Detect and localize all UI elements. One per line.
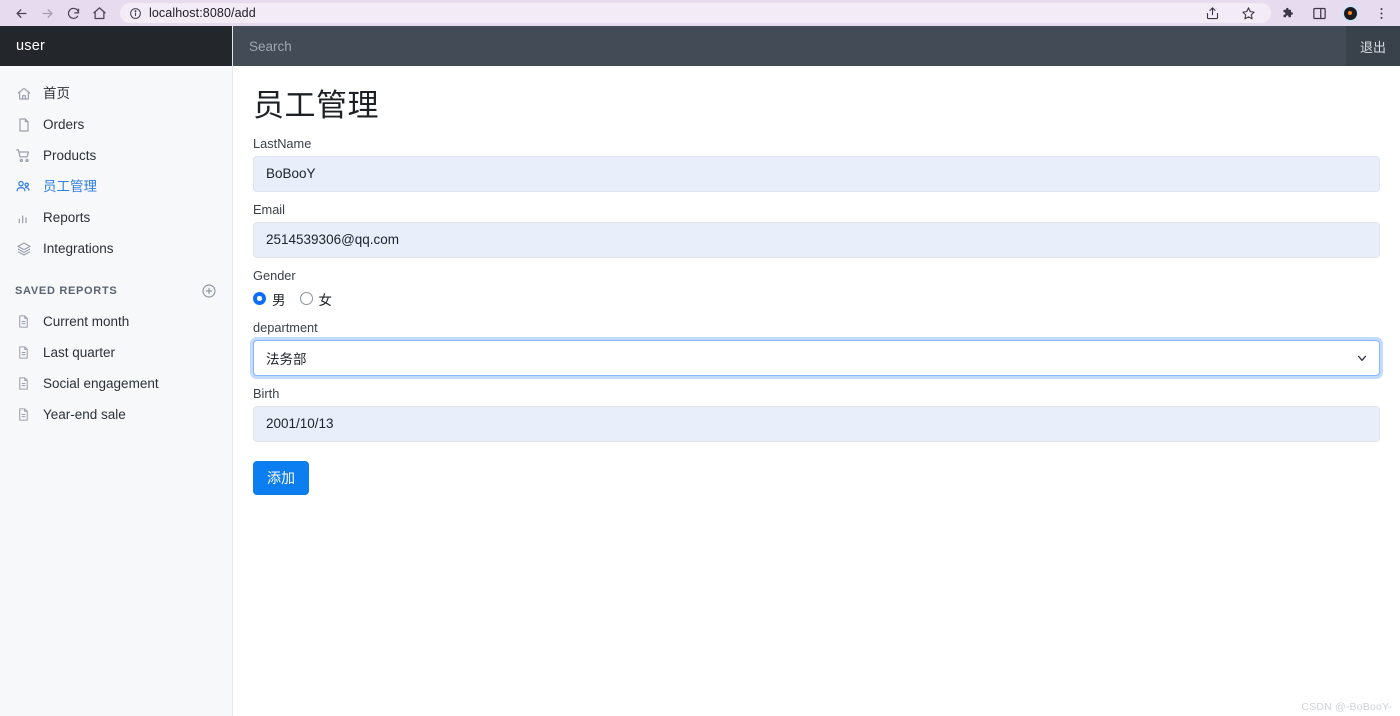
report-document-icon bbox=[15, 406, 32, 423]
bar-chart-icon bbox=[15, 209, 32, 226]
report-document-icon bbox=[15, 313, 32, 330]
sidebar-item-label: Reports bbox=[43, 209, 91, 225]
birth-group: Birth bbox=[253, 386, 1380, 442]
sidebar-item-label: Products bbox=[43, 147, 97, 163]
sidebar: user 首页 Orders Products 员工管理 Reports Int… bbox=[0, 26, 233, 716]
global-search-placeholder: Search bbox=[249, 38, 292, 54]
side-panel-icon[interactable] bbox=[1308, 2, 1330, 24]
star-icon[interactable] bbox=[1237, 2, 1259, 24]
sidebar-nav: 首页 Orders Products 员工管理 Reports Integrat… bbox=[0, 66, 232, 264]
three-dot-menu-icon[interactable] bbox=[1370, 2, 1392, 24]
profile-avatar-icon[interactable] bbox=[1339, 2, 1361, 24]
saved-reports-list: Current month Last quarter Social engage… bbox=[0, 306, 232, 430]
reload-button[interactable] bbox=[60, 2, 86, 24]
email-group: Email bbox=[253, 202, 1380, 258]
brand-title: user bbox=[16, 38, 46, 54]
employee-form: LastName Email Gender 男 bbox=[253, 136, 1380, 495]
browser-toolbar: localhost:8080/add bbox=[0, 0, 1400, 26]
puzzle-icon[interactable] bbox=[1277, 2, 1299, 24]
gender-option-label: 男 bbox=[272, 292, 286, 308]
forward-arrow-icon bbox=[42, 8, 52, 18]
sidebar-brand: user bbox=[0, 26, 232, 66]
gender-radio-group: 男 女 bbox=[253, 288, 1380, 310]
department-select[interactable]: 法务部 bbox=[253, 339, 1380, 376]
circle-plus-icon[interactable] bbox=[201, 283, 217, 299]
email-label: Email bbox=[253, 201, 285, 217]
main-area: Search 退出 员工管理 LastName Email Gender bbox=[233, 26, 1400, 716]
forward-button[interactable] bbox=[34, 2, 60, 24]
sidebar-item-label: Integrations bbox=[43, 240, 114, 256]
global-search-field[interactable]: Search bbox=[233, 26, 1346, 66]
cart-icon bbox=[15, 147, 32, 164]
back-arrow-icon bbox=[16, 8, 26, 18]
home-icon bbox=[15, 85, 32, 102]
department-label: department bbox=[253, 319, 318, 335]
lastname-label: LastName bbox=[253, 135, 312, 151]
back-button[interactable] bbox=[8, 2, 34, 24]
address-bar-url: localhost:8080/add bbox=[149, 6, 256, 20]
report-document-icon bbox=[15, 375, 32, 392]
sidebar-item-employee-management[interactable]: 员工管理 bbox=[0, 171, 232, 202]
saved-report-year-end-sale[interactable]: Year-end sale bbox=[0, 399, 232, 430]
lastname-input[interactable] bbox=[253, 155, 1380, 192]
home-icon bbox=[92, 6, 106, 19]
saved-reports-header: SAVED REPORTS bbox=[0, 276, 232, 306]
lastname-group: LastName bbox=[253, 136, 1380, 192]
layers-icon bbox=[15, 240, 32, 257]
saved-report-social-engagement[interactable]: Social engagement bbox=[0, 368, 232, 399]
home-button[interactable] bbox=[86, 2, 112, 24]
email-input[interactable] bbox=[253, 221, 1380, 258]
site-info-icon[interactable] bbox=[129, 7, 142, 20]
saved-report-label: Current month bbox=[43, 314, 130, 329]
sidebar-item-home[interactable]: 首页 bbox=[0, 78, 232, 109]
saved-report-label: Year-end sale bbox=[43, 407, 126, 422]
report-document-icon bbox=[15, 344, 32, 361]
saved-reports-title: SAVED REPORTS bbox=[15, 285, 118, 297]
page-content: 员工管理 LastName Email Gender 男 bbox=[233, 66, 1400, 716]
app-root: user 首页 Orders Products 员工管理 Reports Int… bbox=[0, 26, 1400, 716]
page-title: 员工管理 bbox=[253, 88, 379, 123]
saved-report-label: Last quarter bbox=[43, 345, 116, 360]
sidebar-item-orders[interactable]: Orders bbox=[0, 109, 232, 140]
sidebar-item-reports[interactable]: Reports bbox=[0, 202, 232, 233]
document-icon bbox=[15, 116, 32, 133]
sidebar-item-label: 员工管理 bbox=[43, 178, 97, 194]
sidebar-item-integrations[interactable]: Integrations bbox=[0, 233, 232, 264]
topbar: Search 退出 bbox=[233, 26, 1400, 66]
gender-option-male[interactable]: 男 bbox=[253, 289, 286, 309]
gender-option-female[interactable]: 女 bbox=[299, 289, 333, 309]
gender-group: Gender 男 女 bbox=[253, 268, 1380, 310]
department-selected-value: 法务部 bbox=[266, 351, 307, 367]
saved-report-current-month[interactable]: Current month bbox=[0, 306, 232, 337]
saved-report-label: Social engagement bbox=[43, 376, 159, 391]
address-bar[interactable]: localhost:8080/add bbox=[120, 3, 1271, 23]
watermark: CSDN @-BoBooY- bbox=[1301, 701, 1392, 713]
department-select-wrap: 法务部 bbox=[253, 339, 1380, 376]
add-button[interactable]: 添加 bbox=[253, 460, 309, 495]
logout-button[interactable]: 退出 bbox=[1346, 26, 1400, 66]
saved-report-last-quarter[interactable]: Last quarter bbox=[0, 337, 232, 368]
birth-label: Birth bbox=[253, 385, 280, 401]
gender-option-label: 女 bbox=[318, 292, 333, 308]
share-icon[interactable] bbox=[1201, 2, 1223, 24]
department-group: department 法务部 bbox=[253, 320, 1380, 376]
radio-icon bbox=[299, 292, 313, 306]
sidebar-item-products[interactable]: Products bbox=[0, 140, 232, 171]
sidebar-item-label: 首页 bbox=[43, 85, 70, 101]
people-icon bbox=[15, 178, 32, 195]
sidebar-item-label: Orders bbox=[43, 116, 85, 132]
radio-icon bbox=[253, 292, 266, 306]
birth-input[interactable] bbox=[253, 405, 1380, 442]
reload-icon bbox=[67, 7, 79, 19]
gender-label: Gender bbox=[253, 267, 296, 283]
